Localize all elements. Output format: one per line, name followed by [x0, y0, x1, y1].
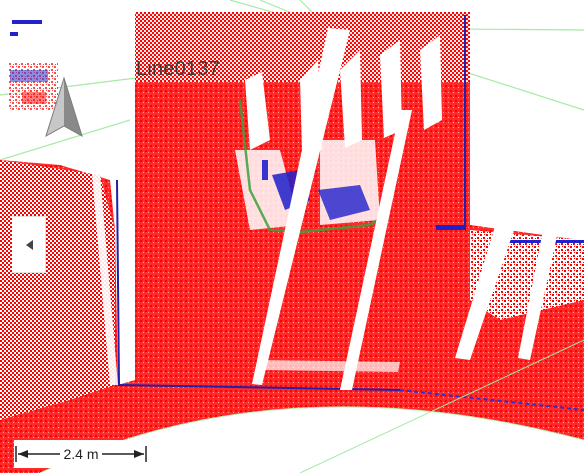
point-cloud-canvas[interactable]: [0, 0, 584, 473]
north-arrow-icon: [44, 76, 84, 140]
scale-bar-label: 2.4 m: [60, 446, 102, 462]
scale-bar: 2.4 m: [14, 440, 148, 468]
point-cloud-viewer[interactable]: Line0137 2.4 m: [0, 0, 584, 473]
line-label: Line0137: [136, 58, 220, 80]
collapse-panel-button[interactable]: [12, 216, 46, 273]
chevron-left-icon: [25, 239, 33, 250]
